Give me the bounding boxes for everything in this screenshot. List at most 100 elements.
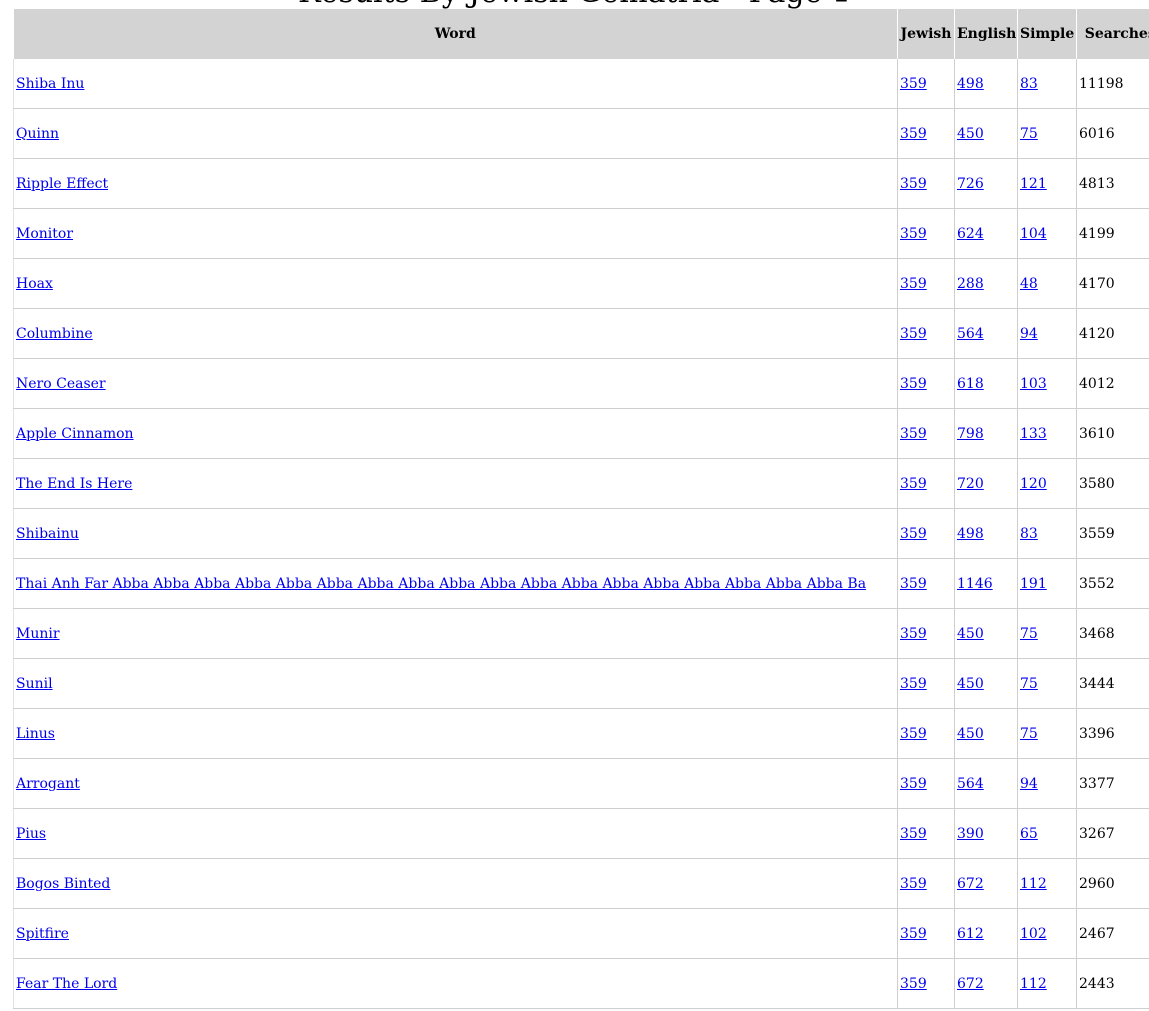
cell-word: Linus bbox=[13, 708, 898, 759]
jewish-value-link[interactable]: 359 bbox=[900, 426, 927, 442]
jewish-value-link[interactable]: 359 bbox=[900, 626, 927, 642]
word-link[interactable]: Monitor bbox=[16, 226, 73, 242]
simple-value-link[interactable]: 112 bbox=[1020, 976, 1047, 992]
english-value-link[interactable]: 450 bbox=[957, 676, 984, 692]
cell-jewish: 359 bbox=[897, 658, 955, 709]
cell-english: 564 bbox=[954, 308, 1018, 359]
word-link[interactable]: Nero Ceaser bbox=[16, 376, 106, 392]
simple-value-link[interactable]: 83 bbox=[1020, 526, 1038, 542]
jewish-value-link[interactable]: 359 bbox=[900, 926, 927, 942]
jewish-value-link[interactable]: 359 bbox=[900, 76, 927, 92]
simple-value-link[interactable]: 104 bbox=[1020, 226, 1047, 242]
simple-value-link[interactable]: 191 bbox=[1020, 576, 1047, 592]
english-value-link[interactable]: 564 bbox=[957, 776, 984, 792]
word-link[interactable]: Fear The Lord bbox=[16, 976, 117, 992]
english-value-link[interactable]: 498 bbox=[957, 526, 984, 542]
word-link[interactable]: The End Is Here bbox=[16, 476, 132, 492]
english-value-link[interactable]: 450 bbox=[957, 626, 984, 642]
english-value-link[interactable]: 450 bbox=[957, 126, 984, 142]
word-link[interactable]: Linus bbox=[16, 726, 55, 742]
jewish-value-link[interactable]: 359 bbox=[900, 126, 927, 142]
cell-searches: 4813 bbox=[1076, 158, 1149, 209]
cell-english: 624 bbox=[954, 208, 1018, 259]
english-value-link[interactable]: 1146 bbox=[957, 576, 993, 592]
cell-jewish: 359 bbox=[897, 908, 955, 959]
cell-jewish: 359 bbox=[897, 358, 955, 409]
cell-english: 672 bbox=[954, 858, 1018, 909]
simple-value-link[interactable]: 48 bbox=[1020, 276, 1038, 292]
word-link[interactable]: Quinn bbox=[16, 126, 59, 142]
word-link[interactable]: Shiba Inu bbox=[16, 76, 84, 92]
simple-value-link[interactable]: 120 bbox=[1020, 476, 1047, 492]
simple-value-link[interactable]: 94 bbox=[1020, 776, 1038, 792]
jewish-value-link[interactable]: 359 bbox=[900, 676, 927, 692]
table-row: Arrogant 359 564 94 3377 bbox=[13, 758, 1149, 809]
jewish-value-link[interactable]: 359 bbox=[900, 276, 927, 292]
word-link[interactable]: Sunil bbox=[16, 676, 53, 692]
word-link[interactable]: Arrogant bbox=[16, 776, 80, 792]
english-value-link[interactable]: 672 bbox=[957, 876, 984, 892]
table-row: Hoax 359 288 48 4170 bbox=[13, 258, 1149, 309]
word-link[interactable]: Columbine bbox=[16, 326, 93, 342]
simple-value-link[interactable]: 65 bbox=[1020, 826, 1038, 842]
simple-value-link[interactable]: 94 bbox=[1020, 326, 1038, 342]
word-link[interactable]: Shibainu bbox=[16, 526, 79, 542]
cell-word: Hoax bbox=[13, 258, 898, 309]
jewish-value-link[interactable]: 359 bbox=[900, 726, 927, 742]
simple-value-link[interactable]: 75 bbox=[1020, 626, 1038, 642]
jewish-value-link[interactable]: 359 bbox=[900, 776, 927, 792]
english-value-link[interactable]: 288 bbox=[957, 276, 984, 292]
jewish-value-link[interactable]: 359 bbox=[900, 326, 927, 342]
simple-value-link[interactable]: 133 bbox=[1020, 426, 1047, 442]
english-value-link[interactable]: 564 bbox=[957, 326, 984, 342]
english-value-link[interactable]: 720 bbox=[957, 476, 984, 492]
jewish-value-link[interactable]: 359 bbox=[900, 176, 927, 192]
english-value-link[interactable]: 612 bbox=[957, 926, 984, 942]
jewish-value-link[interactable]: 359 bbox=[900, 876, 927, 892]
cell-jewish: 359 bbox=[897, 808, 955, 859]
simple-value-link[interactable]: 75 bbox=[1020, 676, 1038, 692]
cell-jewish: 359 bbox=[897, 508, 955, 559]
cell-english: 498 bbox=[954, 508, 1018, 559]
jewish-value-link[interactable]: 359 bbox=[900, 476, 927, 492]
cell-word: Munir bbox=[13, 608, 898, 659]
word-link[interactable]: Ripple Effect bbox=[16, 176, 108, 192]
table-row: Munir 359 450 75 3468 bbox=[13, 608, 1149, 659]
word-link[interactable]: Spitfire bbox=[16, 926, 69, 942]
simple-value-link[interactable]: 75 bbox=[1020, 126, 1038, 142]
english-value-link[interactable]: 498 bbox=[957, 76, 984, 92]
word-link[interactable]: Thai Anh Far Abba Abba Abba Abba Abba Ab… bbox=[16, 576, 866, 592]
simple-value-link[interactable]: 103 bbox=[1020, 376, 1047, 392]
simple-value-link[interactable]: 75 bbox=[1020, 726, 1038, 742]
jewish-value-link[interactable]: 359 bbox=[900, 376, 927, 392]
jewish-value-link[interactable]: 359 bbox=[900, 576, 927, 592]
english-value-link[interactable]: 798 bbox=[957, 426, 984, 442]
english-value-link[interactable]: 450 bbox=[957, 726, 984, 742]
word-link[interactable]: Hoax bbox=[16, 276, 53, 292]
cell-simple: 75 bbox=[1017, 608, 1077, 659]
results-page: Results By Jewish Gematria - Page 1 Word… bbox=[0, 0, 1149, 1011]
cell-english: 450 bbox=[954, 658, 1018, 709]
jewish-value-link[interactable]: 359 bbox=[900, 226, 927, 242]
english-value-link[interactable]: 672 bbox=[957, 976, 984, 992]
header-searches: Searches bbox=[1076, 9, 1149, 59]
simple-value-link[interactable]: 83 bbox=[1020, 76, 1038, 92]
jewish-value-link[interactable]: 359 bbox=[900, 976, 927, 992]
word-link[interactable]: Munir bbox=[16, 626, 60, 642]
english-value-link[interactable]: 624 bbox=[957, 226, 984, 242]
jewish-value-link[interactable]: 359 bbox=[900, 826, 927, 842]
simple-value-link[interactable]: 112 bbox=[1020, 876, 1047, 892]
table-row: Columbine 359 564 94 4120 bbox=[13, 308, 1149, 359]
english-value-link[interactable]: 726 bbox=[957, 176, 984, 192]
simple-value-link[interactable]: 121 bbox=[1020, 176, 1047, 192]
cell-simple: 94 bbox=[1017, 308, 1077, 359]
english-value-link[interactable]: 390 bbox=[957, 826, 984, 842]
cell-english: 726 bbox=[954, 158, 1018, 209]
table-row: Pius 359 390 65 3267 bbox=[13, 808, 1149, 859]
word-link[interactable]: Bogos Binted bbox=[16, 876, 110, 892]
jewish-value-link[interactable]: 359 bbox=[900, 526, 927, 542]
word-link[interactable]: Pius bbox=[16, 826, 46, 842]
word-link[interactable]: Apple Cinnamon bbox=[16, 426, 134, 442]
simple-value-link[interactable]: 102 bbox=[1020, 926, 1047, 942]
english-value-link[interactable]: 618 bbox=[957, 376, 984, 392]
